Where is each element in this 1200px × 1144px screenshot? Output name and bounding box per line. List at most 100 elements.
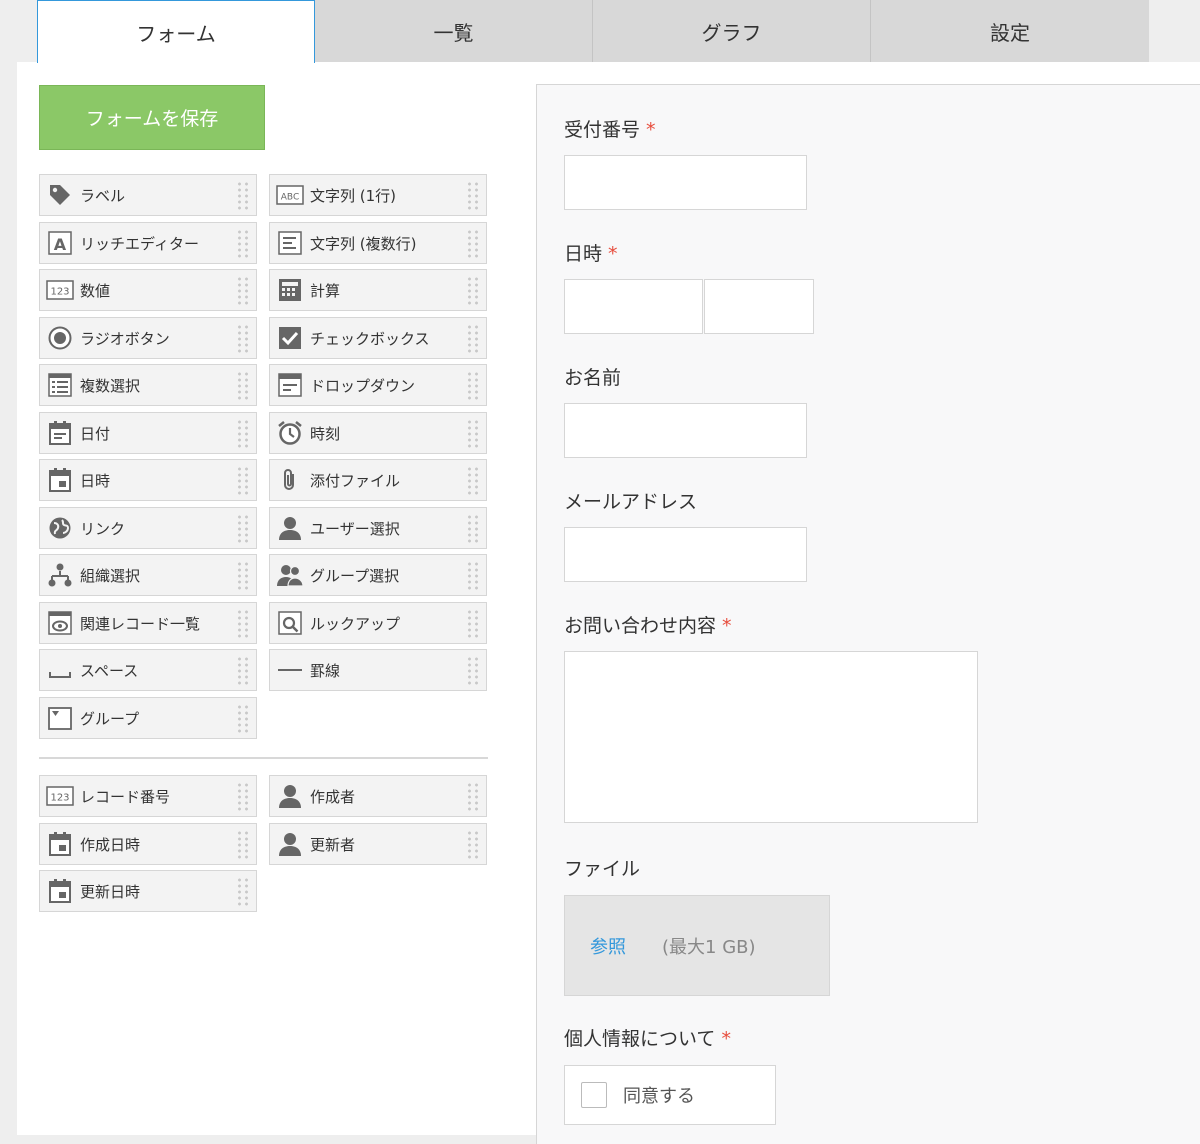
drag-handle-icon[interactable] [236,276,250,306]
drag-handle-icon[interactable] [236,419,250,449]
max-size-text: (最大1 GB) [662,936,756,958]
number-icon: 123 [46,782,74,810]
field-palette-item[interactable]: リンク [39,507,257,549]
drag-handle-icon[interactable] [236,229,250,259]
field-palette-item[interactable]: 日時 [39,459,257,501]
field-palette-item[interactable]: 文字列 (複数行) [269,222,487,264]
reception-number-input[interactable] [564,155,807,210]
field-palette-label: レコード番号 [80,787,171,806]
drag-handle-icon[interactable] [466,324,480,354]
abc-text-icon: ABC [276,181,304,209]
globe-icon [46,514,74,542]
drag-handle-icon[interactable] [236,371,250,401]
svg-text:ABC: ABC [281,193,299,203]
field-palette-item[interactable]: 時刻 [269,412,487,454]
drag-handle-icon[interactable] [236,609,250,639]
field-palette-label: 作成日時 [80,835,141,854]
field-palette-item[interactable]: グループ選択 [269,554,487,596]
dropdown-icon [276,371,304,399]
field-palette-label: 文字列 (1行) [310,186,397,205]
tab-list[interactable]: 一覧 [315,0,593,62]
datetime-label: 日時 * [564,243,618,265]
save-form-button[interactable]: フォームを保存 [39,85,265,150]
tag-icon [46,181,74,209]
tab-settings[interactable]: 設定 [871,0,1149,62]
drag-handle-icon[interactable] [466,229,480,259]
field-palette-item[interactable]: チェックボックス [269,317,487,359]
drag-handle-icon[interactable] [466,371,480,401]
field-palette-item[interactable]: ラジオボタン [39,317,257,359]
user-icon [276,830,304,858]
drag-handle-icon[interactable] [466,782,480,812]
field-palette-item[interactable]: ルックアップ [269,602,487,644]
privacy-label: 個人情報について * [564,1028,731,1050]
email-label: メールアドレス [564,491,698,513]
required-mark: * [646,119,656,141]
agree-checkbox[interactable] [581,1082,607,1108]
field-palette-item[interactable]: 罫線 [269,649,487,691]
field-palette-item[interactable]: 123 数値 [39,269,257,311]
date-input[interactable] [564,279,703,334]
drag-handle-icon[interactable] [466,181,480,211]
drag-handle-icon[interactable] [466,419,480,449]
field-palette-item[interactable]: グループ [39,697,257,739]
time-input[interactable] [704,279,814,334]
name-input[interactable] [564,403,807,458]
drag-handle-icon[interactable] [466,514,480,544]
drag-handle-icon[interactable] [236,324,250,354]
field-palette-label: グループ [80,709,140,728]
field-palette-item[interactable]: 作成日時 [39,823,257,865]
field-palette-item[interactable]: ABC 文字列 (1行) [269,174,487,216]
field-palette-label: 更新者 [310,835,356,854]
browse-link[interactable]: 参照 [590,933,626,959]
field-palette-label: ユーザー選択 [310,519,400,538]
drag-handle-icon[interactable] [466,561,480,591]
field-palette-item[interactable]: 複数選択 [39,364,257,406]
field-palette-item[interactable]: 123 レコード番号 [39,775,257,817]
checkbox-icon [276,324,304,352]
multi-select-icon [46,371,74,399]
field-palette-item[interactable]: 作成者 [269,775,487,817]
drag-handle-icon[interactable] [236,466,250,496]
field-palette-label: ドロップダウン [310,376,416,395]
field-palette-item[interactable]: 組織選択 [39,554,257,596]
field-palette-label: 罫線 [310,661,341,680]
field-palette-item[interactable]: 添付ファイル [269,459,487,501]
lookup-icon [276,609,304,637]
inquiry-textarea[interactable] [564,651,978,823]
field-palette-label: 数値 [80,281,111,300]
field-palette-item[interactable]: ラベル [39,174,257,216]
tab-graph[interactable]: グラフ [593,0,871,62]
drag-handle-icon[interactable] [466,830,480,860]
drag-handle-icon[interactable] [236,561,250,591]
field-palette-item[interactable]: 計算 [269,269,487,311]
field-palette-item[interactable]: 日付 [39,412,257,454]
drag-handle-icon[interactable] [236,514,250,544]
file-upload-box: 参照 (最大1 GB) [564,895,830,996]
drag-handle-icon[interactable] [466,656,480,686]
date-icon [46,419,74,447]
field-palette-item[interactable]: A リッチエディター [39,222,257,264]
drag-handle-icon[interactable] [236,656,250,686]
field-palette-item[interactable]: ユーザー選択 [269,507,487,549]
field-palette-item[interactable]: ドロップダウン [269,364,487,406]
datetime-icon [46,466,74,494]
drag-handle-icon[interactable] [466,276,480,306]
drag-handle-icon[interactable] [236,782,250,812]
email-input[interactable] [564,527,807,582]
field-palette-item[interactable]: 更新者 [269,823,487,865]
field-palette-label: 作成者 [310,787,356,806]
drag-handle-icon[interactable] [236,181,250,211]
field-palette-item[interactable]: 更新日時 [39,870,257,912]
drag-handle-icon[interactable] [236,704,250,734]
svg-text:123: 123 [50,793,69,804]
field-palette-item[interactable]: 関連レコード一覧 [39,602,257,644]
field-palette-label: 計算 [310,281,341,300]
drag-handle-icon[interactable] [466,609,480,639]
drag-handle-icon[interactable] [236,830,250,860]
drag-handle-icon[interactable] [236,877,250,907]
field-palette-item[interactable]: スペース [39,649,257,691]
alarm-clock-icon [276,419,304,447]
tab-form[interactable]: フォーム [37,0,315,63]
drag-handle-icon[interactable] [466,466,480,496]
